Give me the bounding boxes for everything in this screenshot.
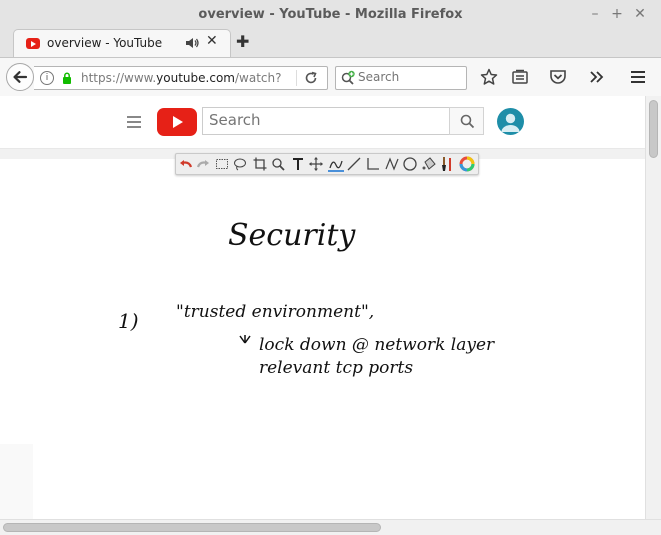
reading-list-icon[interactable] xyxy=(510,67,530,87)
page-viewport: Security 1) "trusted environment", lock … xyxy=(0,96,645,519)
window-close-button[interactable]: ✕ xyxy=(631,5,649,23)
tab-youtube[interactable]: overview - YouTube ✕ xyxy=(13,29,231,58)
browser-search-input[interactable] xyxy=(358,69,458,85)
search-engine-icon[interactable] xyxy=(340,70,356,86)
list-item-text: "trusted environment", xyxy=(176,302,374,322)
list-item-number: 1) xyxy=(118,309,139,333)
navigation-toolbar: i https://www.youtube.com/watch? xyxy=(0,57,661,97)
tab-strip: overview - YouTube ✕ ✚ xyxy=(0,29,661,58)
vertical-scrollbar[interactable] xyxy=(645,96,661,519)
back-arrow-icon xyxy=(13,71,28,83)
tab-close-icon[interactable]: ✕ xyxy=(206,33,218,49)
window-titlebar: overview - YouTube - Mozilla Firefox – +… xyxy=(0,0,661,30)
horizontal-scrollbar[interactable] xyxy=(0,519,661,535)
back-button[interactable] xyxy=(6,63,34,91)
menu-icon[interactable] xyxy=(628,67,648,87)
info-icon[interactable]: i xyxy=(40,71,54,85)
whiteboard-heading: Security xyxy=(228,218,356,253)
pocket-icon[interactable] xyxy=(548,67,568,87)
url-divider xyxy=(296,70,297,86)
new-tab-button[interactable]: ✚ xyxy=(236,32,249,51)
reload-icon[interactable] xyxy=(303,70,319,86)
tab-title: overview - YouTube xyxy=(47,36,163,50)
arrow-mark xyxy=(239,335,251,344)
note-line-1: lock down @ network layer xyxy=(259,335,495,355)
browser-search-bar[interactable] xyxy=(335,66,467,90)
url-text[interactable]: https://www.youtube.com/watch? xyxy=(81,71,281,85)
bookmark-star-icon[interactable] xyxy=(479,67,499,87)
handwriting-layer: Security 1) "trusted environment", lock … xyxy=(118,218,495,378)
overflow-chevron-icon[interactable] xyxy=(586,67,606,87)
speaker-icon[interactable] xyxy=(184,35,200,51)
lock-icon[interactable] xyxy=(62,72,72,84)
note-line-2: relevant tcp ports xyxy=(259,358,413,378)
url-bar[interactable]: i https://www.youtube.com/watch? xyxy=(34,66,328,90)
vertical-scroll-thumb[interactable] xyxy=(649,100,658,158)
youtube-icon xyxy=(26,38,40,49)
maximize-button[interactable]: + xyxy=(608,5,626,23)
minimize-button[interactable]: – xyxy=(586,5,604,23)
horizontal-scroll-thumb[interactable] xyxy=(3,523,381,532)
window-title: overview - YouTube - Mozilla Firefox xyxy=(198,7,463,22)
